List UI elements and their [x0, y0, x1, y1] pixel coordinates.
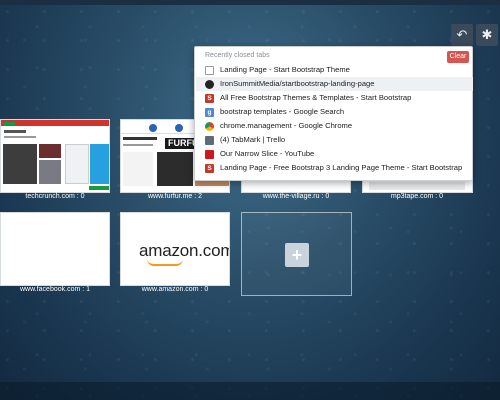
- thumb-text: [123, 137, 157, 140]
- thumb-ad: [90, 144, 109, 184]
- add-site-tile[interactable]: +: [241, 212, 352, 296]
- tile-caption: www.facebook.com : 1: [19, 286, 91, 293]
- closed-tab-item[interactable]: Landing Page - Start Bootstrap Theme: [205, 63, 469, 77]
- tile-amazon[interactable]: amazon.com: [120, 212, 230, 286]
- google-icon: g: [205, 108, 214, 117]
- thumb-image: [157, 152, 193, 186]
- closed-tab-item[interactable]: g bootstrap templates - Google Search: [205, 105, 469, 119]
- bootstrap-icon: S: [205, 164, 214, 173]
- thumb-footer: [369, 182, 465, 190]
- thumb-text-block: [123, 152, 153, 186]
- bootstrap-icon: S: [205, 94, 214, 103]
- closed-tab-item[interactable]: S All Free Bootstrap Themes & Templates …: [205, 91, 469, 105]
- closed-tab-item[interactable]: Our Narrow Slice - YouTube: [205, 147, 469, 161]
- github-icon: [205, 80, 214, 89]
- amazon-logo: amazon.com: [139, 241, 230, 260]
- closed-tab-item[interactable]: IronSummitMedia/startbootstrap-landing-p…: [196, 77, 473, 91]
- clear-button[interactable]: Clear: [447, 51, 469, 63]
- thumb-icon: [149, 124, 157, 132]
- closed-tab-item[interactable]: S Landing Page - Free Bootstrap 3 Landin…: [205, 161, 469, 175]
- amazon-smile-icon: [147, 259, 183, 266]
- thumb-icon: [175, 124, 183, 132]
- blank-page-icon: [205, 66, 214, 75]
- trello-icon: [205, 136, 214, 145]
- closed-tab-item[interactable]: (4) TabMark | Trello: [205, 133, 469, 147]
- closed-tab-label: Landing Page - Free Bootstrap 3 Landing …: [220, 163, 463, 172]
- closed-tab-label: All Free Bootstrap Themes & Templates - …: [220, 93, 412, 102]
- tile-caption: www.furfur.me : 2: [147, 193, 203, 200]
- closed-tab-label: chrome.management - Google Chrome: [220, 121, 353, 130]
- bottom-strip: [0, 382, 500, 400]
- thumb-header: [1, 120, 109, 126]
- chrome-icon: [205, 122, 214, 131]
- thumb-logo: [89, 186, 109, 190]
- tile-caption: techcrunch.com : 0: [25, 193, 85, 200]
- thumb-image: [39, 144, 61, 158]
- closed-tab-label: IronSummitMedia/startbootstrap-landing-p…: [220, 79, 375, 88]
- recently-closed-popup: Recently closed tabs Clear Landing Page …: [194, 46, 473, 181]
- undo-icon[interactable]: ↶: [451, 24, 473, 46]
- closed-tab-label: Landing Page - Start Bootstrap Theme: [220, 65, 350, 74]
- closed-tab-label: (4) TabMark | Trello: [220, 135, 286, 144]
- tile-caption: mp3tape.com : 0: [390, 193, 444, 200]
- top-strip: [0, 0, 500, 5]
- closed-tab-item[interactable]: chrome.management - Google Chrome: [205, 119, 469, 133]
- popup-title: Recently closed tabs: [205, 52, 270, 59]
- plus-icon[interactable]: +: [285, 243, 309, 267]
- thumb-image: [3, 144, 37, 184]
- youtube-icon: [205, 150, 214, 159]
- tile-caption: www.amazon.com : 0: [141, 286, 209, 293]
- thumb-image: [39, 160, 61, 184]
- thumb-logo: [3, 122, 15, 125]
- gear-icon[interactable]: ✱: [476, 24, 498, 46]
- closed-tab-label: Our Narrow Slice - YouTube: [220, 149, 315, 158]
- thumb-text: [4, 130, 26, 133]
- thumb-text: [123, 144, 153, 146]
- tile-facebook[interactable]: [0, 212, 110, 286]
- thumb-sidebar: [65, 144, 89, 184]
- tile-techcrunch[interactable]: [0, 119, 110, 193]
- closed-tab-label: bootstrap templates - Google Search: [220, 107, 345, 116]
- tile-caption: www.the-village.ru : 0: [262, 193, 330, 200]
- thumb-text: [4, 136, 36, 138]
